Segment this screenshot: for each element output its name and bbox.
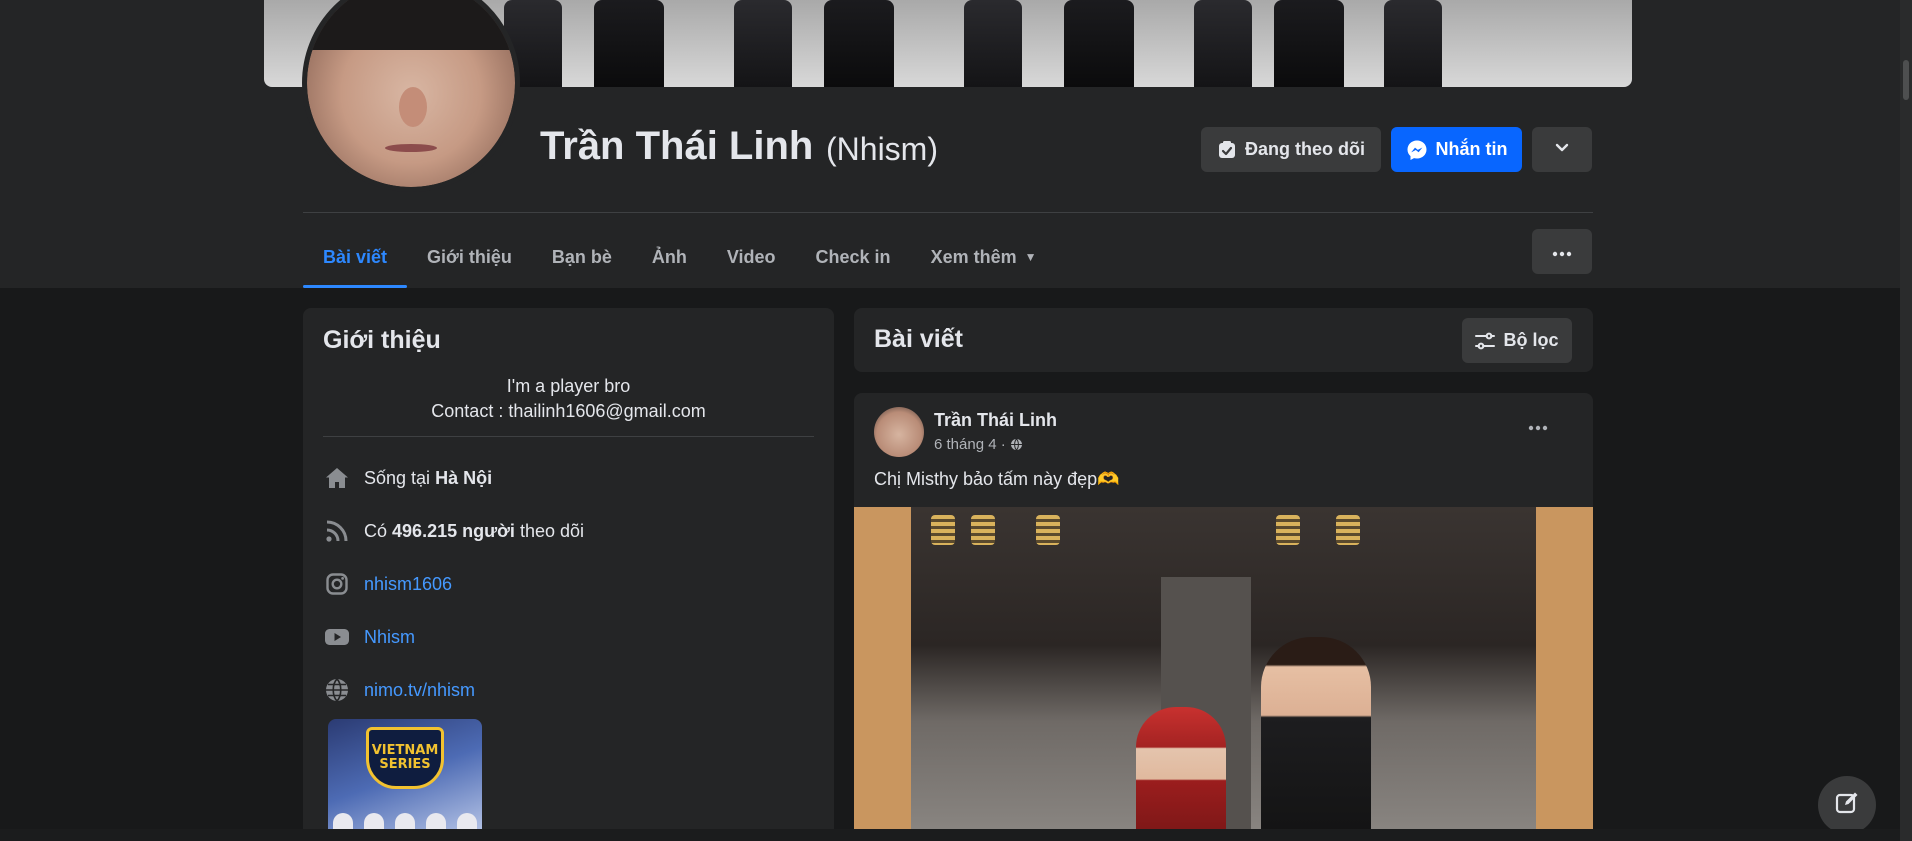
message-button-label: Nhắn tin xyxy=(1435,139,1508,159)
posts-title: Bài viết xyxy=(874,325,963,353)
cover-figure xyxy=(594,0,664,87)
cover-figure xyxy=(1384,0,1442,87)
vietnam-series-logo: VIETNAM SERIES xyxy=(366,727,444,789)
intro-divider xyxy=(323,436,814,437)
profile-actions-dropdown[interactable] xyxy=(1532,127,1592,172)
ceiling-light xyxy=(1036,515,1060,545)
intro-card: Giới thiệu I'm a player bro Contact : th… xyxy=(303,308,834,841)
intro-bio-line: I'm a player bro xyxy=(506,376,631,396)
browser-status-bar xyxy=(0,829,1900,841)
cover-figure xyxy=(824,0,894,87)
instagram-link[interactable]: nhism1606 xyxy=(364,574,452,595)
filter-button-label: Bộ lọc xyxy=(1503,330,1559,350)
message-button[interactable]: Nhắn tin xyxy=(1391,127,1522,172)
cover-figure xyxy=(1194,0,1252,87)
post-card: Trần Thái Linh 6 tháng 4 · Chị Misthy bả… xyxy=(854,393,1593,841)
intro-followers: Có 496.215 người theo dõi xyxy=(323,516,584,546)
tab-more[interactable]: Xem thêm ▼ xyxy=(911,226,1057,288)
following-button-label: Đang theo dõi xyxy=(1245,139,1365,159)
caret-down-icon: ▼ xyxy=(1024,250,1037,264)
profile-avatar[interactable] xyxy=(302,0,520,192)
cover-figure xyxy=(734,0,792,87)
featured-photo[interactable]: VIETNAM SERIES xyxy=(328,719,482,841)
posts-header-card: Bài viết Bộ lọc xyxy=(854,308,1593,372)
photo-person xyxy=(1136,707,1226,841)
scrollbar-thumb[interactable] xyxy=(1903,60,1909,100)
post-author-name[interactable]: Trần Thái Linh xyxy=(934,410,1057,431)
filter-button[interactable]: Bộ lọc xyxy=(1462,318,1572,363)
youtube-icon xyxy=(323,623,351,651)
intro-lives-prefix: Sống tại xyxy=(364,467,431,488)
website-link[interactable]: nimo.tv/nhism xyxy=(364,680,475,701)
more-dots-icon xyxy=(1528,418,1548,436)
tab-videos[interactable]: Video xyxy=(707,226,796,288)
profile-header: Trần Thái Linh (Nhism) Đang theo dõi Nhắ… xyxy=(0,0,1900,288)
intro-followers-count[interactable]: 496.215 người xyxy=(392,521,515,542)
messenger-icon xyxy=(1406,139,1428,161)
tab-more-label: Xem thêm xyxy=(930,246,1017,267)
avatar-hair xyxy=(307,0,515,50)
intro-title: Giới thiệu xyxy=(323,326,441,354)
home-icon xyxy=(323,464,351,492)
intro-bio: I'm a player bro Contact : thailinh1606@… xyxy=(323,374,814,424)
follow-check-icon xyxy=(1217,140,1237,160)
tab-photos[interactable]: Ảnh xyxy=(632,226,707,288)
post-options-button[interactable] xyxy=(1518,407,1558,447)
following-button[interactable]: Đang theo dõi xyxy=(1201,127,1381,172)
intro-followers-suffix: theo dõi xyxy=(519,520,584,541)
youtube-link[interactable]: Nhism xyxy=(364,627,415,648)
ceiling-light xyxy=(931,515,955,545)
intro-website: nimo.tv/nhism xyxy=(323,675,475,705)
compose-icon xyxy=(1834,790,1860,821)
instagram-icon xyxy=(323,570,351,598)
intro-lives-city[interactable]: Hà Nội xyxy=(435,468,492,489)
page-scrollbar[interactable] xyxy=(1900,0,1912,841)
avatar-mouth xyxy=(385,144,437,152)
ceiling-light xyxy=(1276,515,1300,545)
intro-youtube: Nhism xyxy=(323,622,415,652)
tab-check-ins[interactable]: Check in xyxy=(796,226,911,288)
more-options-button[interactable] xyxy=(1532,229,1592,274)
chevron-down-icon xyxy=(1554,139,1570,160)
more-dots-icon xyxy=(1552,241,1572,262)
globe-icon xyxy=(323,676,351,704)
header-divider xyxy=(303,212,1593,213)
cover-figure xyxy=(1064,0,1134,87)
intro-instagram: nhism1606 xyxy=(323,569,452,599)
post-photo-scene xyxy=(911,507,1536,841)
tab-friends[interactable]: Bạn bè xyxy=(532,226,632,288)
intro-lives-in: Sống tại Hà Nội xyxy=(323,463,492,493)
tab-posts[interactable]: Bài viết xyxy=(303,226,408,288)
intro-bio-line: Contact : thailinh1606@gmail.com xyxy=(431,401,706,421)
ceiling-light xyxy=(971,515,995,545)
post-text: Chị Misthy bảo tấm này đẹp🫶 xyxy=(874,469,1120,489)
profile-tabs: Bài viết Giới thiệu Bạn bè Ảnh Video Che… xyxy=(303,226,1056,288)
post-date[interactable]: 6 tháng 4 · xyxy=(934,436,1006,453)
cover-figure xyxy=(964,0,1022,87)
filter-icon xyxy=(1475,332,1496,350)
rss-icon xyxy=(323,517,351,545)
ceiling-light xyxy=(1336,515,1360,545)
profile-nickname: (Nhism) xyxy=(826,131,938,167)
photo-person xyxy=(1261,637,1371,841)
cover-figure xyxy=(1274,0,1344,87)
intro-followers-prefix: Có xyxy=(364,520,388,541)
post-author-avatar[interactable] xyxy=(874,407,924,457)
logo-text: SERIES xyxy=(379,757,431,772)
tab-about[interactable]: Giới thiệu xyxy=(407,226,532,288)
profile-name: Trần Thái Linh xyxy=(540,124,814,168)
new-message-button[interactable] xyxy=(1818,776,1876,834)
avatar-nose xyxy=(399,87,427,127)
logo-text: VIETNAM xyxy=(371,743,439,758)
post-photo[interactable] xyxy=(854,507,1593,841)
globe-icon xyxy=(1010,438,1023,451)
post-meta: 6 tháng 4 · xyxy=(934,436,1023,453)
